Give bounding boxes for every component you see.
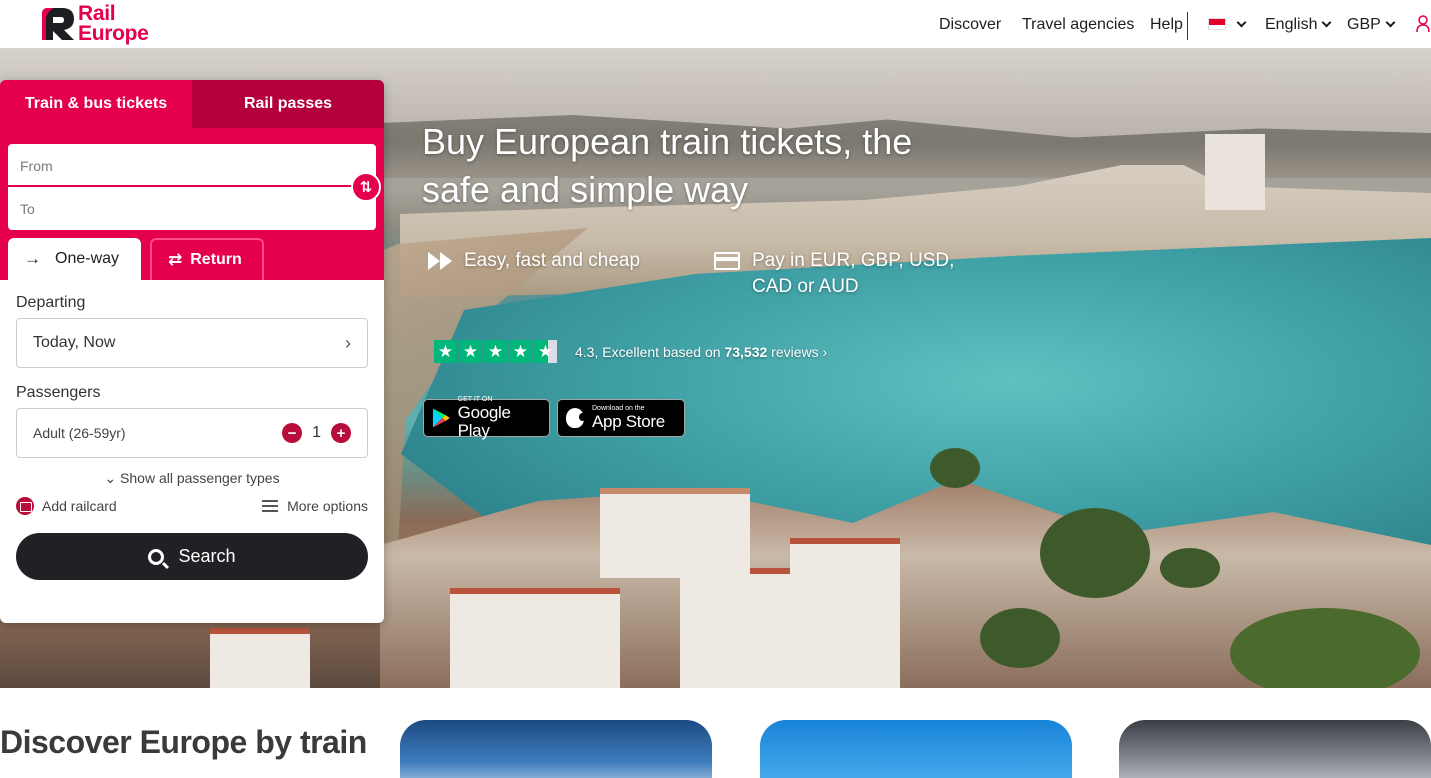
destination-card[interactable] bbox=[400, 720, 712, 778]
hero-house bbox=[790, 538, 900, 688]
google-play-badge[interactable]: GET IT ON Google Play bbox=[423, 396, 550, 440]
hero-house bbox=[450, 588, 620, 688]
return-tab[interactable]: ⇄ Return bbox=[150, 238, 264, 280]
nav-divider bbox=[1187, 12, 1188, 40]
country-flag-icon[interactable] bbox=[1208, 18, 1226, 30]
arrow-right-icon: → bbox=[24, 249, 41, 268]
rating-label: Excellent based on bbox=[602, 343, 721, 360]
hero-palm bbox=[1160, 548, 1220, 588]
search-widget: Train & bus tickets Rail passes From To … bbox=[0, 80, 384, 623]
show-all-passenger-types[interactable]: ⌄ Show all passenger types bbox=[16, 470, 368, 487]
to-input[interactable]: To bbox=[8, 187, 376, 230]
feature-currencies: Pay in EUR, GBP, USD, CAD or AUD bbox=[714, 248, 984, 300]
half-star-icon: ★ bbox=[534, 340, 557, 363]
star-icon: ★ bbox=[434, 340, 457, 363]
passenger-row: Adult (26-59yr) − 1 + bbox=[16, 408, 368, 458]
discover-section-title: Discover Europe by train bbox=[0, 724, 367, 760]
destination-card[interactable] bbox=[1119, 720, 1431, 778]
more-options-button[interactable]: More options bbox=[262, 497, 368, 515]
app-store-badge[interactable]: Download on the App Store bbox=[557, 399, 685, 437]
nav-travel-agencies[interactable]: Travel agencies bbox=[1022, 16, 1134, 34]
chevron-down-icon bbox=[1236, 17, 1247, 28]
swap-stations-button[interactable]: ⇅ bbox=[351, 172, 381, 202]
from-to-fields: From To bbox=[8, 144, 376, 230]
hero-palm bbox=[1040, 508, 1150, 598]
swap-icon: ⇅ bbox=[359, 179, 373, 196]
hero-palm bbox=[1230, 608, 1420, 688]
nav-discover[interactable]: Discover bbox=[939, 16, 1001, 34]
passenger-type: Adult (26-59yr) bbox=[33, 425, 126, 441]
tab-train-bus-tickets[interactable]: Train & bus tickets bbox=[0, 80, 192, 128]
logo-r-icon bbox=[42, 8, 74, 40]
logo-line-1: Rail bbox=[78, 2, 116, 25]
quantity-stepper: − 1 + bbox=[282, 423, 351, 443]
decrement-button[interactable]: − bbox=[282, 423, 303, 443]
credit-card-icon bbox=[714, 252, 740, 270]
rating-score: 4.3, bbox=[575, 343, 599, 360]
increment-button[interactable]: + bbox=[331, 423, 351, 443]
add-railcard-button[interactable]: Add railcard bbox=[16, 497, 117, 515]
trustpilot-rating[interactable]: ★ ★ ★ ★ ★ 4.3, Excellent based on 73,532… bbox=[434, 340, 827, 363]
logo-line-2: Europe bbox=[78, 22, 149, 45]
destination-card[interactable] bbox=[760, 720, 1072, 778]
hero-house bbox=[680, 568, 790, 688]
currency-dropdown[interactable]: GBP bbox=[1347, 16, 1396, 34]
railcard-icon bbox=[16, 497, 34, 515]
chevron-down-icon bbox=[1385, 17, 1396, 28]
from-input[interactable]: From bbox=[8, 144, 376, 187]
star-icon: ★ bbox=[484, 340, 507, 363]
hero-house bbox=[600, 488, 750, 578]
return-arrows-icon: ⇄ bbox=[168, 250, 183, 269]
hero-palm bbox=[930, 448, 980, 488]
search-icon bbox=[148, 548, 165, 565]
search-button[interactable]: Search bbox=[16, 533, 368, 580]
one-way-tab[interactable]: → One-way bbox=[8, 238, 141, 280]
chevron-down-icon bbox=[1322, 17, 1332, 28]
hero-palm bbox=[980, 608, 1060, 668]
apple-icon bbox=[566, 408, 586, 428]
nav-help[interactable]: Help bbox=[1150, 16, 1183, 34]
site-header: Rail Europe Discover Travel agencies Hel… bbox=[0, 0, 1431, 48]
country-dropdown[interactable] bbox=[1232, 16, 1247, 34]
rating-suffix: reviews bbox=[771, 343, 819, 360]
google-play-icon bbox=[432, 408, 450, 428]
star-icon: ★ bbox=[459, 340, 482, 363]
feature-easy: Easy, fast and cheap bbox=[428, 248, 640, 274]
passenger-count: 1 bbox=[312, 424, 321, 441]
google-badge-text: Google Play bbox=[457, 403, 511, 440]
rating-count: 73,532 bbox=[724, 343, 768, 360]
departing-datetime-picker[interactable]: Today, Now › bbox=[16, 318, 368, 368]
hero-title: Buy European train tickets, the safe and… bbox=[422, 121, 913, 210]
chevron-right-icon: › bbox=[345, 332, 351, 353]
star-icon: ★ bbox=[509, 340, 532, 363]
language-dropdown[interactable]: English bbox=[1265, 16, 1332, 34]
tab-rail-passes[interactable]: Rail passes bbox=[192, 80, 384, 128]
passengers-label: Passengers bbox=[16, 384, 101, 401]
apple-badge-text: App Store bbox=[592, 412, 665, 431]
chevron-down-icon: ⌄ bbox=[104, 470, 117, 486]
fast-forward-icon bbox=[428, 252, 454, 270]
rail-europe-logo[interactable]: Rail Europe bbox=[40, 2, 149, 45]
hero-tower-building bbox=[1205, 134, 1265, 210]
hero-house bbox=[210, 628, 310, 688]
sliders-icon bbox=[262, 499, 279, 513]
user-account-icon[interactable] bbox=[1416, 15, 1430, 33]
departing-label: Departing bbox=[16, 294, 86, 311]
chevron-right-icon: › bbox=[822, 343, 828, 360]
trustpilot-stars: ★ ★ ★ ★ ★ bbox=[434, 340, 557, 363]
